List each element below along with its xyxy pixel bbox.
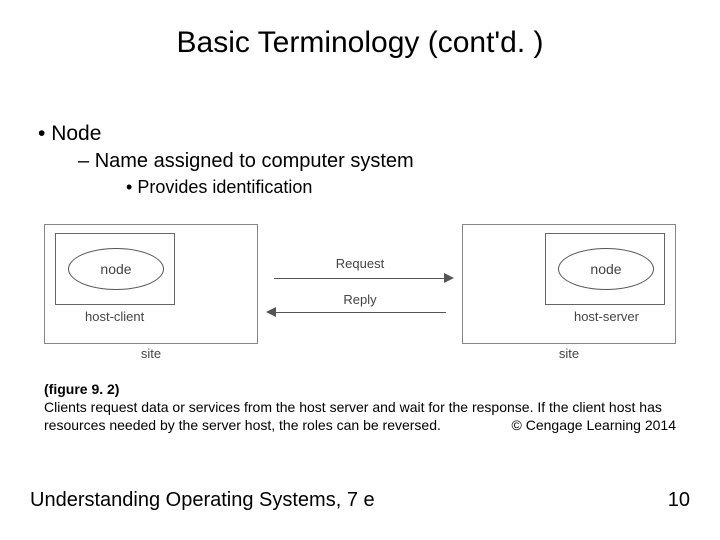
page-number: 10 [668,489,690,512]
copyright-text: © Cengage Learning 2014 [512,416,676,434]
node-ellipse-left: node [68,248,164,290]
bullet-list: Node Name assigned to computer system Pr… [30,120,690,200]
request-arrow-line [274,278,446,279]
figure-diagram: node host-client site node host-server s… [44,224,676,364]
figure-ref: (figure 9. 2) [44,381,119,397]
node-ellipse-right: node [558,248,654,290]
site-box-left: node host-client [44,224,258,344]
footer-book-title: Understanding Operating Systems, 7 e [30,489,375,512]
figure-caption: (figure 9. 2) Clients request data or se… [44,380,676,435]
request-label: Request [258,256,462,271]
host-label-right: host-server [574,309,639,324]
node-box-left: node [55,233,175,305]
bullet-level2: Name assigned to computer system [78,148,690,175]
node-box-right: node [545,233,665,305]
site-label-right: site [462,346,676,361]
host-label-left: host-client [85,309,144,324]
arrow-right-icon [444,273,454,283]
slide-title: Basic Terminology (cont'd. ) [0,26,720,60]
reply-label: Reply [258,292,462,307]
bullet-level3: Provides identification [126,175,690,199]
arrows-area: Request Reply [258,256,462,326]
arrow-left-icon [266,307,276,317]
slide: Basic Terminology (cont'd. ) Node Name a… [0,0,720,540]
site-label-left: site [44,346,258,361]
bullet-level1: Node [38,120,690,148]
site-box-right: node host-server [462,224,676,344]
reply-arrow-line [274,312,446,313]
